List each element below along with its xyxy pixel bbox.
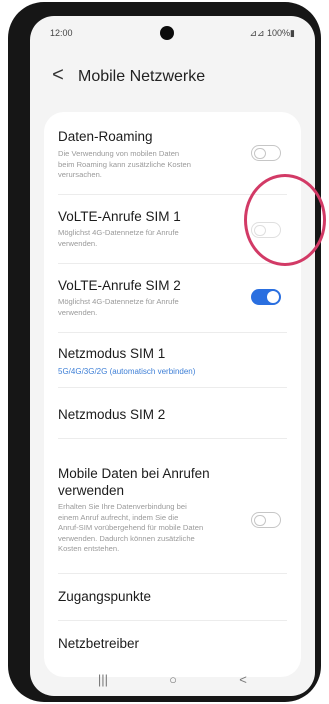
system-navigation-bar: ||| ○ < <box>30 668 315 696</box>
setting-mobile-data-during-calls[interactable]: Mobile Daten bei Anrufen verwenden Erhal… <box>44 439 301 573</box>
setting-description-line: Die Verwendung von mobilen Daten <box>58 149 180 158</box>
setting-volte-sim2[interactable]: VoLTE-Anrufe SIM 2 Möglichst 4G-Datennet… <box>44 264 301 332</box>
setting-title: VoLTE-Anrufe SIM 1 <box>58 209 181 224</box>
setting-title: Netzmodus SIM 1 <box>58 346 166 361</box>
recents-button[interactable]: ||| <box>90 672 116 687</box>
setting-description-line: Anruf-SIM vorübergehend für mobile Daten <box>58 523 204 532</box>
front-camera <box>160 26 174 40</box>
page-title: Mobile Netzwerke <box>78 68 206 85</box>
setting-description-line: einem Anruf aufrecht, indem Sie die <box>58 512 179 522</box>
toggle-knob <box>254 147 266 160</box>
toggle-knob <box>267 291 279 303</box>
status-bar: 12:00 ⊿⊿ 100%▮ <box>30 16 315 50</box>
data-roaming-toggle[interactable] <box>251 145 281 161</box>
setting-description-line: verursachen. <box>58 170 102 179</box>
setting-title: VoLTE-Anrufe SIM 2 <box>58 278 181 293</box>
setting-netzmodus-sim2[interactable]: Netzmodus SIM 2 <box>44 388 301 438</box>
volte-sim2-toggle[interactable] <box>251 289 281 305</box>
setting-subtitle: 5G/4G/3G/2G (automatisch verbinden) <box>58 367 196 376</box>
setting-title: Zugangspunkte <box>58 589 152 604</box>
highlight-annotation-circle <box>244 174 326 266</box>
setting-description-line: Möglichst 4G-Datennetze für Anrufe <box>58 297 179 306</box>
setting-title: Daten-Roaming <box>58 129 153 144</box>
setting-description-line: beim Roaming kann zusätzliche Kosten <box>58 159 191 169</box>
back-button[interactable]: < <box>48 64 68 86</box>
setting-title: Netzmodus SIM 2 <box>58 407 166 422</box>
toggle-knob <box>254 514 266 527</box>
app-header: < Mobile Netzwerke <box>30 56 315 108</box>
setting-description-line: Erhalten Sie Ihre Datenverbindung bei <box>58 502 187 511</box>
setting-title-line: Mobile Daten bei Anrufen <box>58 466 210 481</box>
setting-netzmodus-sim1[interactable]: Netzmodus SIM 1 5G/4G/3G/2G (automatisch… <box>44 333 301 387</box>
screen: 12:00 ⊿⊿ 100%▮ < Mobile Netzwerke Daten-… <box>30 16 315 696</box>
mobile-data-calls-toggle[interactable] <box>251 512 281 528</box>
setting-title-line: verwenden <box>58 483 125 498</box>
nav-back-button[interactable]: < <box>230 672 256 687</box>
setting-zugangspunkte[interactable]: Zugangspunkte <box>44 574 301 620</box>
setting-description-line: Kosten entstehen. <box>58 544 120 553</box>
phone-frame: 12:00 ⊿⊿ 100%▮ < Mobile Netzwerke Daten-… <box>8 2 321 702</box>
status-time: 12:00 <box>50 28 73 38</box>
setting-description-line: verwenden. <box>58 307 98 317</box>
setting-description-line: Möglichst 4G-Datennetze für Anrufe <box>58 228 179 237</box>
setting-description-line: verwenden. Dadurch können zusätzliche <box>58 533 195 543</box>
setting-description-line: verwenden. <box>58 238 98 248</box>
home-button[interactable]: ○ <box>160 672 186 687</box>
signal-battery-indicator: ⊿⊿ 100%▮ <box>249 28 295 38</box>
setting-title: Netzbetreiber <box>58 636 140 651</box>
